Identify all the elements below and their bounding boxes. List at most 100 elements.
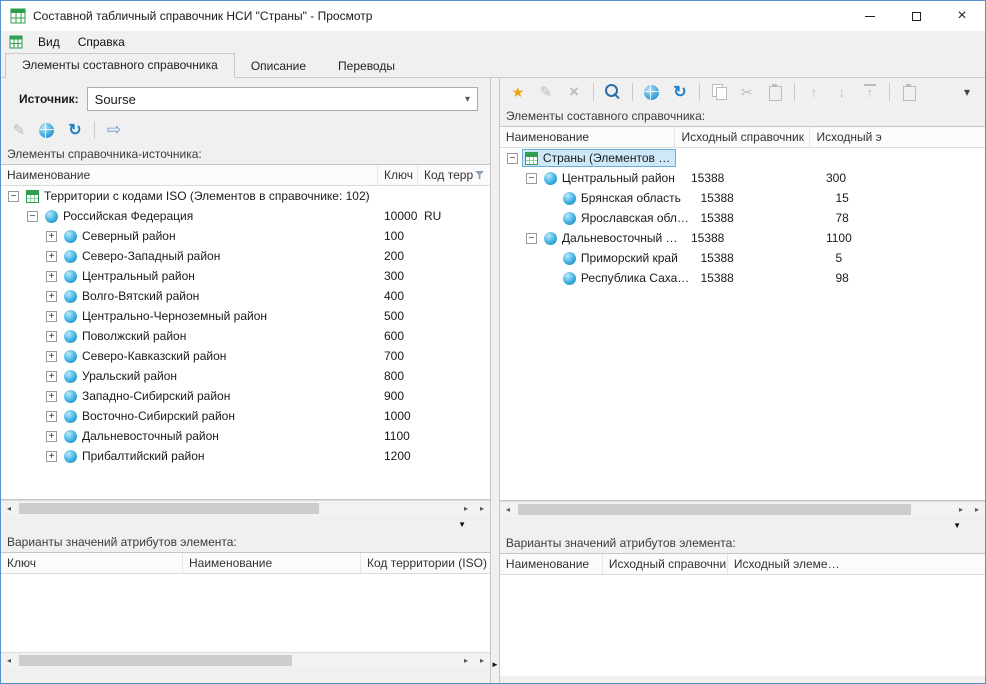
- tree-node: + Северо-Кавказский район: [1, 348, 378, 364]
- source-attrs-hscrollbar[interactable]: ◂ ▸ ▸: [1, 652, 490, 668]
- tree-row[interactable]: Приморский край 15388 5: [500, 248, 985, 268]
- tree-row[interactable]: + Западно-Сибирский район 900: [1, 386, 490, 406]
- collapse-down-icon[interactable]: ▼: [947, 521, 967, 530]
- scrollbar-thumb[interactable]: [19, 655, 292, 666]
- tree-row[interactable]: − Центральный район 15388 300: [500, 168, 985, 188]
- globe-refresh-icon[interactable]: [640, 81, 664, 103]
- scroll-left-icon[interactable]: ◂: [1, 653, 17, 668]
- source-tree-hscrollbar[interactable]: ◂ ▸ ▸: [1, 500, 490, 516]
- toolbar-dropdown-icon[interactable]: [955, 81, 979, 103]
- column-header-source-ref[interactable]: Исходный справочник: [675, 127, 810, 147]
- expander-icon[interactable]: +: [46, 331, 57, 342]
- splitter-collapse-icon[interactable]: ►: [491, 660, 499, 669]
- column-header-key[interactable]: Ключ: [378, 165, 418, 185]
- globe-refresh-icon[interactable]: [35, 119, 59, 141]
- refresh-icon[interactable]: [668, 81, 692, 103]
- expander-icon[interactable]: −: [8, 191, 19, 202]
- panel-splitter[interactable]: ►: [490, 78, 500, 683]
- tree-row[interactable]: Республика Саха (Якутия) 15388 98: [500, 268, 985, 288]
- column-header-source-elem[interactable]: Исходный элеме…: [728, 554, 985, 574]
- column-header-name[interactable]: Наименование: [183, 553, 361, 573]
- expander-icon[interactable]: +: [46, 311, 57, 322]
- paste-icon: [763, 81, 787, 103]
- scrollbar-track[interactable]: [17, 653, 458, 668]
- source-row: Источник: Sourse ▾: [19, 86, 478, 112]
- expander-icon[interactable]: +: [46, 411, 57, 422]
- scrollbar-track[interactable]: [516, 502, 953, 517]
- tree-row[interactable]: + Прибалтийский район 1200: [1, 446, 490, 466]
- scroll-right-icon[interactable]: ▸: [458, 501, 474, 516]
- scroll-left-icon[interactable]: ◂: [500, 502, 516, 517]
- scrollbar-thumb[interactable]: [518, 504, 911, 515]
- column-header-name[interactable]: Наименование: [500, 127, 676, 147]
- tree-row[interactable]: Брянская область 15388 15: [500, 188, 985, 208]
- expander-icon[interactable]: +: [46, 431, 57, 442]
- tree-row[interactable]: + Центральный район 300: [1, 266, 490, 286]
- node-label: Дальневосточный район: [562, 231, 682, 245]
- tree-row[interactable]: + Поволжский район 600: [1, 326, 490, 346]
- tab-composite-elements[interactable]: Элементы составного справочника: [5, 53, 235, 78]
- search-icon[interactable]: [601, 81, 625, 103]
- composite-tree-hscrollbar[interactable]: ◂ ▸ ▸: [500, 501, 985, 517]
- column-header-source-elem[interactable]: Исходный э: [810, 127, 985, 147]
- minimize-button[interactable]: [847, 1, 893, 31]
- tree-row[interactable]: + Центрально-Черноземный район 500: [1, 306, 490, 326]
- menu-item-view[interactable]: Вид: [29, 32, 69, 52]
- tree-row[interactable]: − Российская Федерация 10000 RU: [1, 206, 490, 226]
- node-icon: [64, 250, 77, 263]
- tab-translations[interactable]: Переводы: [322, 55, 411, 78]
- scrollbar-thumb[interactable]: [19, 503, 319, 514]
- tab-description[interactable]: Описание: [235, 55, 322, 78]
- tree-row[interactable]: + Волго-Вятский район 400: [1, 286, 490, 306]
- tree-row[interactable]: − Территории с кодами ISO (Элементов в с…: [1, 186, 490, 206]
- expander-icon[interactable]: +: [46, 251, 57, 262]
- expander-icon[interactable]: +: [46, 351, 57, 362]
- tree-row[interactable]: − Страны (Элементов в справочнике: 6): [500, 148, 985, 168]
- combobox-arrow-icon[interactable]: ▾: [465, 94, 470, 105]
- scroll-right-icon[interactable]: ▸: [953, 502, 969, 517]
- tree-row[interactable]: + Уральский район 800: [1, 366, 490, 386]
- column-header-name[interactable]: Наименование: [500, 554, 603, 574]
- source-elem-cell: 5: [829, 251, 985, 265]
- source-tree-header: Наименование Ключ Код терр: [1, 165, 490, 186]
- scroll-right-icon[interactable]: ▸: [458, 653, 474, 668]
- scroll-left-icon[interactable]: ◂: [1, 501, 17, 516]
- menu-item-help[interactable]: Справка: [69, 32, 134, 52]
- key-cell: 10000: [378, 209, 418, 223]
- close-button[interactable]: ×: [939, 1, 985, 31]
- tree-node: + Северо-Западный район: [1, 248, 378, 264]
- expander-icon[interactable]: +: [46, 451, 57, 462]
- column-header-territory-code[interactable]: Код территории (ISO): [361, 553, 490, 573]
- expander-icon[interactable]: +: [46, 231, 57, 242]
- expander-icon[interactable]: −: [526, 173, 537, 184]
- expander-icon[interactable]: +: [46, 371, 57, 382]
- scroll-right-extra-icon[interactable]: ▸: [969, 502, 985, 517]
- column-header-code[interactable]: Код терр: [418, 165, 490, 185]
- source-combobox[interactable]: Sourse ▾: [87, 87, 478, 111]
- expander-icon[interactable]: −: [507, 153, 518, 164]
- tree-row[interactable]: − Дальневосточный район 15388 1100: [500, 228, 985, 248]
- filter-icon[interactable]: [475, 171, 484, 179]
- scroll-right-extra-icon[interactable]: ▸: [474, 501, 490, 516]
- tree-row[interactable]: + Северо-Кавказский район 700: [1, 346, 490, 366]
- collapse-down-icon[interactable]: ▼: [452, 520, 472, 529]
- expander-icon[interactable]: +: [46, 291, 57, 302]
- column-header-key[interactable]: Ключ: [1, 553, 183, 573]
- column-header-name[interactable]: Наименование: [1, 165, 378, 185]
- expander-icon[interactable]: +: [46, 271, 57, 282]
- expander-icon[interactable]: −: [526, 233, 537, 244]
- scrollbar-track[interactable]: [17, 501, 458, 516]
- tree-row[interactable]: + Восточно-Сибирский район 1000: [1, 406, 490, 426]
- scroll-right-extra-icon[interactable]: ▸: [474, 653, 490, 668]
- tree-row[interactable]: Ярославская область 15388 78: [500, 208, 985, 228]
- maximize-button[interactable]: [893, 1, 939, 31]
- column-header-source-ref[interactable]: Исходный справочник: [603, 554, 728, 574]
- expander-icon[interactable]: −: [27, 211, 38, 222]
- send-right-icon[interactable]: [102, 119, 126, 141]
- tree-row[interactable]: + Дальневосточный район 1100: [1, 426, 490, 446]
- add-icon[interactable]: [506, 81, 530, 103]
- tree-row[interactable]: + Северо-Западный район 200: [1, 246, 490, 266]
- refresh-icon[interactable]: [63, 119, 87, 141]
- tree-row[interactable]: + Северный район 100: [1, 226, 490, 246]
- expander-icon[interactable]: +: [46, 391, 57, 402]
